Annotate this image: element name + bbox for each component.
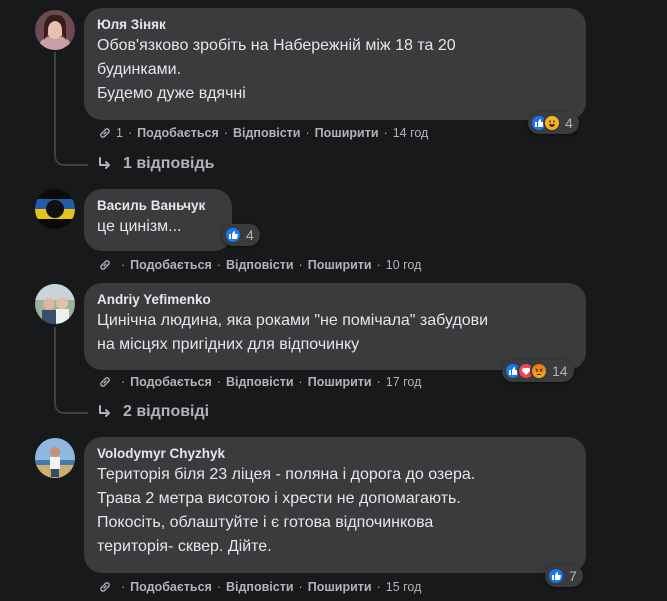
haha-icon [543,114,561,132]
comment-text: Цинічна людина, яка роками "не помічала"… [97,312,489,353]
comment-text: Обов'язково зробіть на Набережній між 18… [97,37,456,102]
like-button[interactable]: Подобається [130,374,212,390]
comment-actions: 1 · Подобається · Відповісти · Поширити … [98,125,428,141]
reply-arrow-icon [97,156,113,172]
reply-button[interactable]: Відповісти [226,374,294,390]
thread-line [54,52,88,166]
reactions-summary[interactable]: 4 [222,224,260,246]
comment-text: це цинізм... [97,218,182,235]
share-button[interactable]: Поширити [308,579,372,595]
reply-button[interactable]: Відповісти [226,257,294,273]
comment-author[interactable]: Andriy Yefimenko [97,291,574,309]
avatar[interactable] [35,10,75,50]
timestamp[interactable]: 17 год [386,374,422,390]
share-button[interactable]: Поширити [315,125,379,141]
angry-icon [530,362,548,380]
like-icon [224,226,242,244]
comment-bubble: Василь Ваньчук це цинізм... [84,189,232,251]
view-replies-link[interactable]: 2 відповіді [97,403,209,421]
comment-actions: · Подобається · Відповісти · Поширити · … [98,374,421,390]
comment-bubble: Andriy Yefimenko Цинічна людина, яка рок… [84,283,586,370]
like-button[interactable]: Подобається [130,257,212,273]
comment-text: Територія біля 23 ліцея - поляна і дорог… [97,466,476,555]
comment-author[interactable]: Volodymyr Chyzhyk [97,445,574,463]
timestamp[interactable]: 10 год [386,257,422,273]
comment-author[interactable]: Юля Зіняк [97,16,574,34]
avatar[interactable] [35,438,75,478]
view-replies-link[interactable]: 1 відповідь [97,155,215,173]
reaction-count: 4 [246,227,254,243]
reaction-count: 7 [569,568,577,584]
link-icon [98,375,112,389]
reactions-summary[interactable]: 14 [502,360,574,382]
comment-actions: · Подобається · Відповісти · Поширити · … [98,579,421,595]
comment-bubble: Юля Зіняк Обов'язково зробіть на Набереж… [84,8,586,120]
share-button[interactable]: Поширити [308,374,372,390]
thread-line [54,327,88,414]
like-button[interactable]: Подобається [130,579,212,595]
reactions-summary[interactable]: 7 [545,565,583,587]
link-icon [98,580,112,594]
avatar[interactable] [35,189,75,229]
link-icon [98,258,112,272]
comment-actions: · Подобається · Відповісти · Поширити · … [98,257,421,273]
reaction-count: 4 [565,115,573,131]
reactions-summary[interactable]: 4 [528,112,579,134]
link-icon [98,126,112,140]
timestamp[interactable]: 14 год [393,125,429,141]
link-count: 1 [116,126,123,140]
avatar[interactable] [35,284,75,324]
reaction-count: 14 [552,363,568,379]
reply-button[interactable]: Відповісти [233,125,301,141]
comment-author[interactable]: Василь Ваньчук [97,197,220,215]
reply-button[interactable]: Відповісти [226,579,294,595]
share-button[interactable]: Поширити [308,257,372,273]
like-icon [547,567,565,585]
timestamp[interactable]: 15 год [386,579,422,595]
reply-arrow-icon [97,404,113,420]
like-button[interactable]: Подобається [137,125,219,141]
comment-bubble: Volodymyr Chyzhyk Територія біля 23 ліце… [84,437,586,573]
